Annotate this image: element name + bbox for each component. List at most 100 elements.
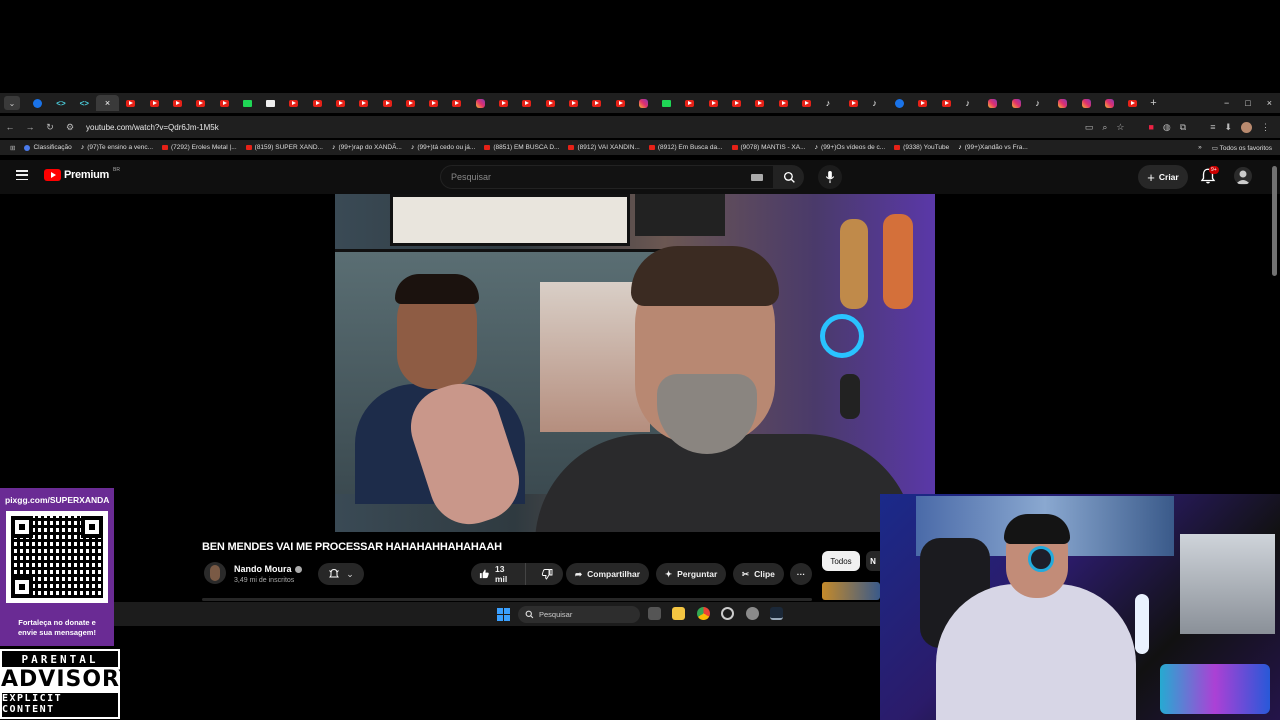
browser-tab-active[interactable]: × [95,95,120,111]
app-icon[interactable] [721,607,734,620]
browser-tab[interactable] [585,95,608,111]
bookmarks-overflow-button[interactable]: » [1198,144,1202,151]
steam-icon[interactable] [770,607,783,620]
browser-tab[interactable] [888,95,911,111]
bookmark-item[interactable]: (7292) Eroles Metal |... [162,144,237,151]
extension-icon[interactable]: ◍ [1163,122,1171,133]
forward-arrow-icon[interactable]: → [20,122,40,132]
browser-tab[interactable] [632,95,655,111]
dislike-button[interactable] [531,568,563,580]
reload-icon[interactable]: ↻ [40,122,60,133]
apps-grid-icon[interactable]: ⊞ [10,144,15,152]
extensions-puzzle-icon[interactable]: ⧉ [1180,122,1186,133]
channel-avatar[interactable] [204,562,226,584]
browser-tab[interactable] [935,95,958,111]
bookmark-item[interactable]: Classificação [24,144,72,151]
profile-avatar-icon[interactable] [1241,121,1252,133]
browser-tab[interactable] [212,95,235,111]
all-bookmarks-button[interactable]: ▭ Todos os favoritos [1212,144,1272,152]
chrome-icon[interactable] [697,607,710,620]
recommended-thumbnail[interactable] [822,582,880,600]
search-input[interactable]: Pesquisar [440,165,774,189]
site-info-icon[interactable]: ⚙ [60,122,80,133]
browser-tab[interactable] [562,95,585,111]
page-scrollbar[interactable] [1272,166,1277,276]
browser-tab[interactable] [399,95,422,111]
browser-tab[interactable] [329,95,352,111]
filter-chip-all[interactable]: Todos [822,551,860,571]
maximize-button[interactable]: □ [1245,98,1250,108]
new-tab-button[interactable]: + [1150,97,1156,109]
browser-tab[interactable] [748,95,771,111]
browser-tab[interactable] [166,95,189,111]
bookmark-item[interactable]: (8912) Em Busca da... [648,144,723,151]
browser-tab[interactable] [259,95,282,111]
browser-tab[interactable] [119,95,142,111]
video-player[interactable] [335,194,935,532]
browser-tab[interactable] [1121,95,1144,111]
browser-tab[interactable] [795,95,818,111]
browser-tab[interactable] [678,95,701,111]
bookmark-item[interactable]: (8851) EM BUSCA D... [484,144,559,151]
create-button[interactable]: + Criar [1138,165,1188,189]
browser-tab[interactable] [26,95,49,111]
browser-tab[interactable] [189,95,212,111]
task-view-icon[interactable] [648,607,661,620]
zoom-icon[interactable]: ⌕ [1102,122,1107,133]
browser-tab[interactable] [306,95,329,111]
bookmark-star-icon[interactable]: ☆ [1116,122,1124,133]
browser-tab[interactable] [142,95,165,111]
hamburger-menu-icon[interactable] [16,170,28,180]
downloads-icon[interactable]: ⬇ [1224,122,1232,133]
minimize-button[interactable]: − [1224,98,1229,108]
like-button[interactable]: 13 mil [471,563,526,585]
browser-tab[interactable] [1051,95,1074,111]
browser-tab[interactable] [655,95,678,111]
bookmark-item[interactable]: (9338) YouTube [894,144,949,151]
channel-name-link[interactable]: Nando Moura [234,564,302,574]
back-arrow-icon[interactable]: ← [0,122,20,132]
browser-tab[interactable] [515,95,538,111]
share-button[interactable]: ➦ Compartilhar [566,563,650,585]
youtube-logo[interactable]: Premium BR [44,167,120,181]
filter-chip-next[interactable]: N [866,551,880,571]
bookmark-item[interactable]: (9078) MANTIS - XA... [731,144,806,151]
search-button[interactable] [774,165,804,189]
bookmark-item[interactable]: ♪ (97)Te ensino a venc... [81,144,153,151]
account-avatar[interactable] [1234,167,1252,185]
cast-icon[interactable]: ▭ [1085,122,1094,133]
menu-kebab-icon[interactable]: ⋮ [1261,122,1270,133]
media-icon[interactable]: ≡ [1210,122,1215,132]
tab-close-icon[interactable]: × [105,98,110,108]
browser-tab[interactable] [772,95,795,111]
browser-tab[interactable] [469,95,492,111]
browser-tab[interactable] [422,95,445,111]
browser-tab[interactable]: ♪ [818,95,841,111]
more-actions-button[interactable]: ··· [790,563,812,585]
windows-start-icon[interactable] [497,608,510,621]
browser-tab[interactable] [911,95,934,111]
browser-tab[interactable] [352,95,375,111]
tab-search-icon[interactable]: ⌄ [4,96,20,110]
ask-button[interactable]: ✦ Perguntar [656,563,727,585]
browser-tab[interactable]: ♪ [865,95,888,111]
browser-tab[interactable] [282,95,305,111]
browser-tab[interactable]: <> [49,95,72,111]
voice-search-button[interactable] [818,165,842,189]
close-window-button[interactable]: × [1267,98,1272,108]
settings-gear-icon[interactable] [746,607,759,620]
browser-tab[interactable]: <> [73,95,96,111]
bookmark-item[interactable]: ♪ (99+)Xandão vs Fra... [958,144,1028,151]
browser-tab[interactable] [981,95,1004,111]
browser-tab[interactable] [492,95,515,111]
browser-tab[interactable] [1004,95,1027,111]
browser-tab[interactable]: ♪ [1028,95,1051,111]
browser-tab[interactable] [725,95,748,111]
browser-tab[interactable]: ♪ [958,95,981,111]
taskbar-search[interactable]: Pesquisar [518,606,640,623]
bookmark-item[interactable]: ♪ (99+)tá cedo ou já... [411,144,476,151]
browser-tab[interactable] [702,95,725,111]
clip-button[interactable]: ✂ Clipe [733,563,784,585]
file-explorer-icon[interactable] [672,607,685,620]
url-field[interactable]: youtube.com/watch?v=Qdr6Jm-1M5k [86,123,219,132]
